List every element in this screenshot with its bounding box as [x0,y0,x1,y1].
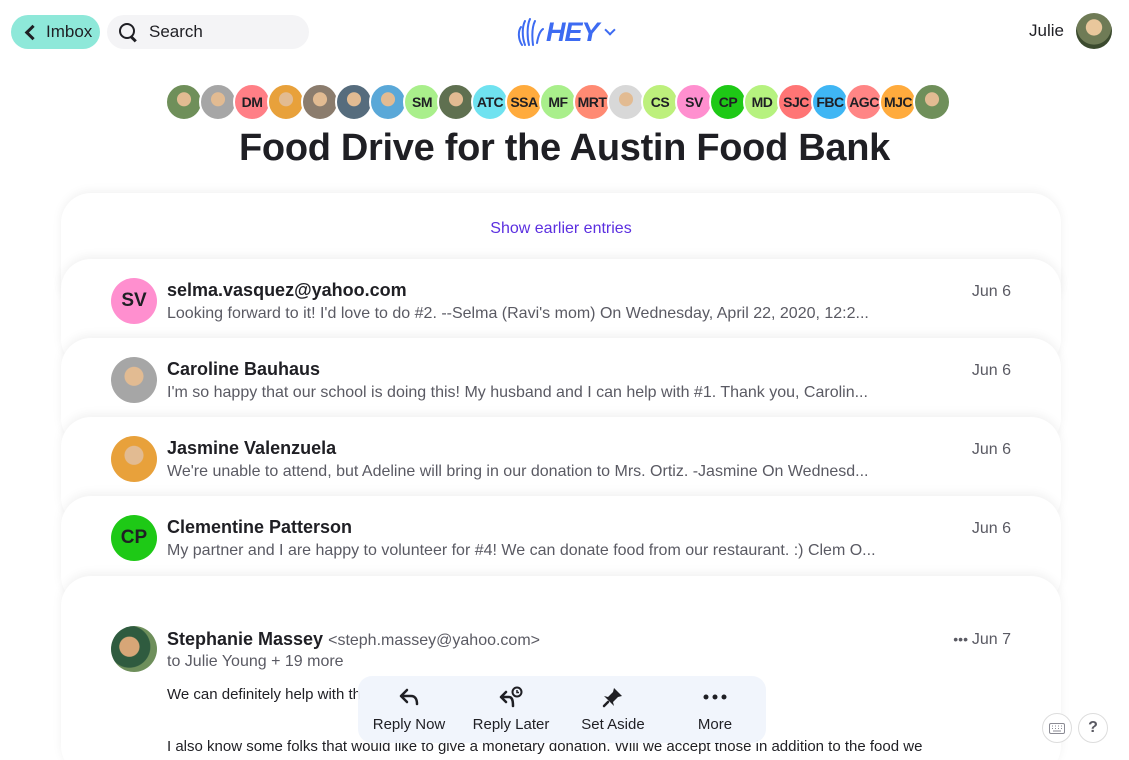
message-date: Jun 7 [971,631,1011,648]
participant-avatar[interactable]: FBC [811,83,849,121]
participant-avatar[interactable] [301,83,339,121]
entry-snippet: We're unable to attend, but Adeline will… [167,463,869,480]
thread-title: Food Drive for the Austin Food Bank [239,127,890,169]
entry-date: Jun 6 [971,283,1011,300]
participant-avatar[interactable]: SJC [777,83,815,121]
hand-logo-icon [517,18,544,46]
sender-line: Stephanie Massey <steph.massey@yahoo.com… [167,629,540,650]
reply-later-icon [499,686,523,708]
participant-avatar[interactable]: DM [233,83,271,121]
top-bar: Imbox Search HEY Julie [0,0,1129,64]
entry-avatar [111,357,157,403]
entry-avatar [111,436,157,482]
imbox-label: Imbox [46,22,93,41]
entry-sender: Caroline Bauhaus [167,359,321,379]
more-button[interactable]: More [665,686,765,733]
chevron-left-icon [24,24,41,40]
user-menu[interactable]: Julie [1029,13,1112,49]
participant-avatar[interactable] [369,83,407,121]
entry-sender: Jasmine Valenzuela [167,438,337,458]
message-options-icon[interactable]: ••• [953,631,968,647]
show-earlier-entries-link[interactable]: Show earlier entries [61,220,1061,238]
entry-date: Jun 6 [971,520,1011,537]
sender-name: Stephanie Massey [167,629,324,649]
participant-avatar[interactable]: SSA [505,83,543,121]
participant-avatars: DM SM ATC SSA MF MRT CS SV CP MD SJC FBC AGC MJC [165,83,951,121]
keyboard-icon [1049,722,1065,734]
participant-avatar[interactable]: ATC [471,83,509,121]
participant-avatar[interactable] [607,83,645,121]
reply-now-button[interactable]: Reply Now [359,686,459,733]
pin-icon [602,686,624,708]
recipients-link[interactable]: to Julie Young + 19 more [167,653,344,671]
help-button[interactable]: ? [1078,713,1108,743]
participant-avatar[interactable]: MRT [573,83,611,121]
entry-avatar: SV [111,278,157,324]
entry-date: Jun 6 [971,441,1011,458]
participant-avatar[interactable]: SV [675,83,713,121]
search-button[interactable]: Search [107,15,309,49]
search-label: Search [149,22,203,41]
participant-avatar[interactable] [165,83,203,121]
participant-avatar[interactable]: SM [403,83,441,121]
sender-avatar [111,626,157,672]
participant-avatar[interactable] [913,83,951,121]
entry-date: Jun 6 [971,362,1011,379]
set-aside-button[interactable]: Set Aside [563,686,663,733]
participant-avatar[interactable]: MJC [879,83,917,121]
user-avatar [1076,13,1112,49]
participant-avatar[interactable] [335,83,373,121]
reply-icon [399,686,419,708]
participant-avatar[interactable]: AGC [845,83,883,121]
reply-later-label: Reply Later [472,716,550,733]
more-icon [703,686,727,708]
entry-sender: selma.vasquez@yahoo.com [167,280,407,300]
reply-now-label: Reply Now [372,716,446,733]
message-action-bar: Reply Now Reply Later Set Aside More [358,676,766,743]
reply-later-button[interactable]: Reply Later [461,686,561,733]
logo-wordmark: HEY [546,16,600,47]
participant-avatar[interactable] [199,83,237,121]
entry-snippet: My partner and I are happy to volunteer … [167,542,876,559]
entry-snippet: I'm so happy that our school is doing th… [167,384,868,401]
entry-avatar: CP [111,515,157,561]
back-to-imbox-button[interactable]: Imbox [11,15,100,49]
user-name: Julie [1029,21,1064,40]
set-aside-label: Set Aside [581,716,645,733]
hey-logo-menu[interactable]: HEY [516,14,616,50]
keyboard-shortcuts-button[interactable] [1042,713,1072,743]
participant-avatar[interactable]: MF [539,83,577,121]
participant-avatar[interactable]: CP [709,83,747,121]
chevron-down-icon [603,24,616,36]
entry-sender: Clementine Patterson [167,517,353,537]
participant-avatar[interactable] [267,83,305,121]
participant-avatar[interactable]: MD [743,83,781,121]
more-label: More [697,716,733,733]
message-body-line: We can definitely help with th [167,686,361,703]
participant-avatar[interactable]: CS [641,83,679,121]
sender-address: <steph.massey@yahoo.com> [328,632,540,649]
entry-snippet: Looking forward to it! I'd love to do #2… [167,305,869,322]
search-icon [117,21,139,43]
participant-avatar[interactable] [437,83,475,121]
